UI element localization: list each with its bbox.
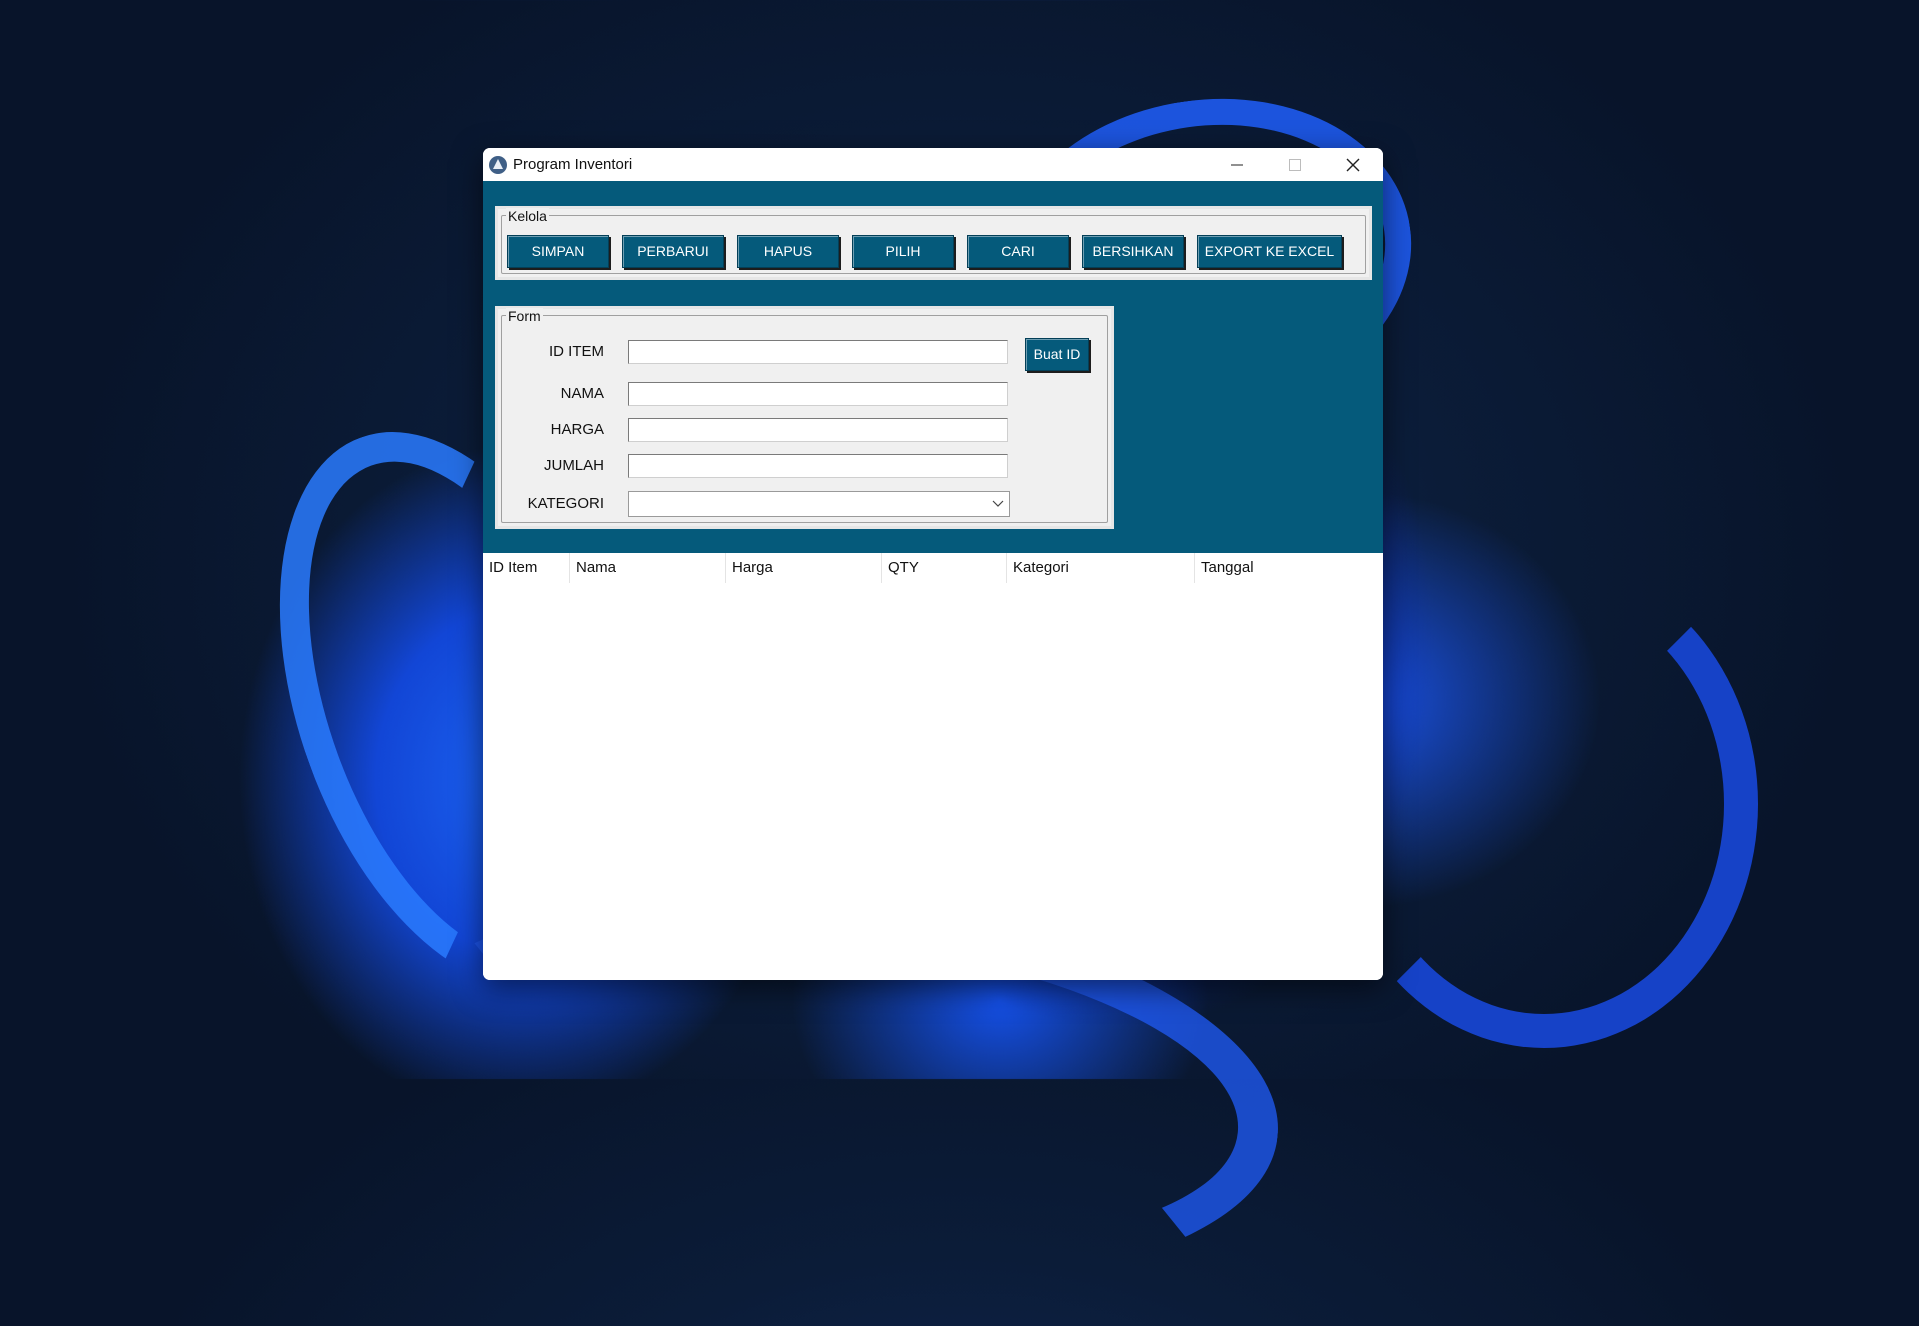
column-header-kategori[interactable]: Kategori [1007,553,1195,583]
kategori-label: KATEGORI [527,495,604,512]
harga-label: HARGA [550,421,604,438]
kelola-legend: Kelola [506,208,549,224]
maximize-button[interactable] [1266,148,1324,181]
close-icon [1346,158,1360,171]
wallpaper-swirl [1330,560,1758,1048]
column-header-id-item[interactable]: ID Item [483,553,570,583]
kategori-combobox[interactable] [628,491,1010,517]
harga-input[interactable] [628,418,1008,442]
column-header-tanggal[interactable]: Tanggal [1195,553,1383,583]
column-header-nama[interactable]: Nama [570,553,726,583]
cari-button[interactable]: CARI [967,235,1069,268]
kelola-groupbox: Kelola SIMPAN PERBARUI HAPUS PILIH CARI … [495,206,1372,280]
form-groupbox: Form ID ITEM Buat ID NAMA HARGA JUMLAH K… [495,306,1114,529]
minimize-icon [1231,164,1243,165]
title-bar[interactable]: Program Inventori [483,148,1383,181]
jumlah-label: JUMLAH [543,457,604,474]
client-area: Kelola SIMPAN PERBARUI HAPUS PILIH CARI … [483,181,1383,553]
maximize-icon [1289,158,1301,171]
form-legend: Form [506,308,543,324]
column-header-harga[interactable]: Harga [726,553,882,583]
perbarui-button[interactable]: PERBARUI [622,235,724,268]
hapus-button[interactable]: HAPUS [737,235,839,268]
pilih-button[interactable]: PILIH [852,235,954,268]
minimize-button[interactable] [1208,148,1266,181]
jumlah-input[interactable] [628,454,1008,478]
id-item-input[interactable] [628,340,1008,364]
simpan-button[interactable]: SIMPAN [507,235,609,268]
app-window: Program Inventori Kelola SIMPAN PERBARUI… [483,148,1383,980]
bersihkan-button[interactable]: BERSIHKAN [1082,235,1184,268]
close-button[interactable] [1324,148,1382,181]
buat-id-button[interactable]: Buat ID [1025,338,1089,371]
column-header-qty[interactable]: QTY [882,553,1007,583]
nama-input[interactable] [628,382,1008,406]
export-excel-button[interactable]: EXPORT KE EXCEL [1197,235,1342,268]
chevron-down-icon [992,500,1004,507]
id-item-label: ID ITEM [549,343,604,360]
nama-label: NAMA [560,385,604,402]
window-title: Program Inventori [513,156,633,173]
inventory-table[interactable]: ID Item Nama Harga QTY Kategori Tanggal [483,553,1383,980]
app-logo-icon [489,156,507,174]
